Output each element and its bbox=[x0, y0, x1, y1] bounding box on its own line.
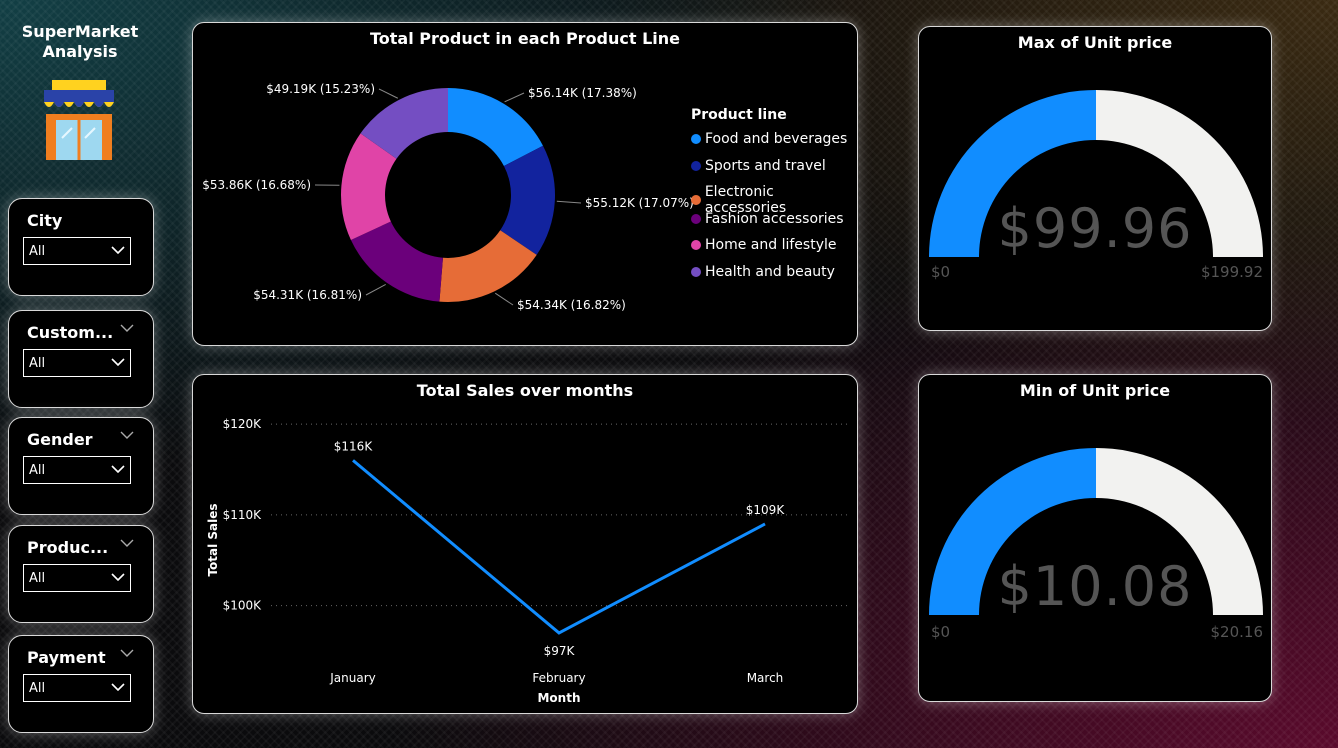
y-tick-label: $110K bbox=[223, 508, 263, 522]
data-label: $97K bbox=[544, 644, 576, 658]
slicer-title: Custom... bbox=[27, 323, 114, 342]
slicer-title: Payment bbox=[27, 648, 106, 667]
donut-data-label: $54.31K (16.81%) bbox=[253, 288, 362, 302]
x-axis-label: Month bbox=[537, 691, 580, 705]
legend-dot-icon bbox=[691, 195, 701, 205]
gauge-min-arc bbox=[929, 448, 1263, 615]
gauge-min-panel[interactable]: Min of Unit price $10.08 $0 $20.16 bbox=[918, 374, 1272, 702]
slicer-customer: Custom... All bbox=[8, 310, 154, 408]
donut-data-label: $53.86K (16.68%) bbox=[202, 178, 311, 192]
line-chart-panel[interactable]: Total Sales over months $100K $110K $120K $… bbox=[192, 374, 858, 714]
legend-item[interactable]: Health and beauty bbox=[691, 264, 835, 280]
leader-line bbox=[556, 200, 582, 204]
donut-data-label: $49.19K (15.23%) bbox=[266, 82, 375, 96]
line-chart: $100K $110K $120K $116K January $97K February $… bbox=[206, 417, 849, 705]
leader-line bbox=[504, 92, 525, 103]
legend-label: Health and beauty bbox=[705, 263, 835, 280]
chevron-down-icon bbox=[111, 573, 125, 581]
chevron-down-icon[interactable] bbox=[119, 648, 135, 658]
legend-item[interactable]: Fashion accessories bbox=[691, 211, 844, 227]
gauge-max-value: $99.96 bbox=[997, 197, 1193, 260]
legend-dot-icon bbox=[691, 240, 701, 250]
dropdown-value: All bbox=[29, 463, 46, 478]
legend-item[interactable]: Food and beverages bbox=[691, 131, 847, 147]
donut-data-label: $56.14K (17.38%) bbox=[528, 86, 637, 100]
city-dropdown[interactable]: All bbox=[23, 237, 131, 265]
slicer-title: Gender bbox=[27, 430, 93, 449]
donut-data-label: $54.34K (16.82%) bbox=[517, 298, 626, 312]
y-tick-label: $100K bbox=[223, 599, 263, 613]
slicer-payment: Payment All bbox=[8, 635, 154, 733]
app-title-line1: SuperMarket bbox=[21, 22, 139, 41]
store-icon bbox=[44, 80, 114, 160]
chevron-down-icon bbox=[111, 465, 125, 473]
legend-dot-icon bbox=[691, 266, 701, 277]
chevron-down-icon[interactable] bbox=[119, 430, 135, 440]
sales-line[interactable] bbox=[352, 459, 766, 635]
gauge-min-value: $10.08 bbox=[997, 555, 1193, 618]
app-title: SuperMarket Analysis bbox=[14, 22, 146, 62]
dropdown-value: All bbox=[29, 681, 46, 696]
x-tick-label: January bbox=[329, 671, 376, 685]
slicer-gender: Gender All bbox=[8, 417, 154, 515]
leader-line bbox=[494, 292, 514, 306]
gauge-max-arc bbox=[929, 90, 1263, 257]
gauge-min-max-label: $20.16 bbox=[1210, 623, 1264, 641]
legend-label: Food and beverages bbox=[705, 131, 848, 147]
donut-chart-panel[interactable]: Total Product in each Product Line $56.1… bbox=[192, 22, 858, 346]
dropdown-value: All bbox=[29, 244, 46, 259]
data-label: $109K bbox=[746, 503, 786, 517]
slicer-title: City bbox=[27, 211, 63, 230]
legend-item[interactable]: Sports and travel bbox=[691, 158, 826, 174]
leader-line bbox=[365, 283, 386, 296]
dropdown-value: All bbox=[29, 571, 46, 586]
chevron-down-icon[interactable] bbox=[119, 538, 135, 548]
customer-dropdown[interactable]: All bbox=[23, 349, 131, 377]
gender-dropdown[interactable]: All bbox=[23, 456, 131, 484]
slicer-product: Produc... All bbox=[8, 525, 154, 623]
x-tick-label: March bbox=[747, 671, 784, 685]
leader-line bbox=[378, 88, 399, 99]
legend-item[interactable]: Home and lifestyle bbox=[691, 237, 836, 253]
x-tick-label: February bbox=[532, 671, 585, 685]
y-axis-label: Total Sales bbox=[206, 503, 220, 576]
donut-data-label: $55.12K (17.07%) bbox=[585, 196, 694, 210]
slicer-title: Produc... bbox=[27, 538, 109, 557]
payment-dropdown[interactable]: All bbox=[23, 674, 131, 702]
gauge-min-min-label: $0 bbox=[931, 623, 951, 641]
app-title-line2: Analysis bbox=[42, 42, 118, 61]
gauge-max-max-label: $199.92 bbox=[1200, 263, 1263, 281]
legend-label: Home and lifestyle bbox=[705, 237, 837, 253]
dropdown-value: All bbox=[29, 356, 46, 371]
slicer-city: City All bbox=[8, 198, 154, 296]
legend-dot-icon bbox=[691, 134, 701, 144]
legend-dot-icon bbox=[691, 213, 701, 224]
chevron-down-icon bbox=[111, 246, 125, 254]
chevron-down-icon[interactable] bbox=[119, 323, 135, 333]
chevron-down-icon bbox=[111, 358, 125, 366]
y-tick-label: $120K bbox=[223, 417, 263, 431]
gauge-max-panel[interactable]: Max of Unit price $99.96 $0 $199.92 bbox=[918, 26, 1272, 331]
legend-dot-icon bbox=[691, 160, 701, 171]
product-dropdown[interactable]: All bbox=[23, 564, 131, 592]
legend-label: Sports and travel bbox=[705, 157, 826, 174]
data-label: $116K bbox=[334, 439, 374, 453]
gauge-max-min-label: $0 bbox=[931, 263, 951, 281]
legend-title: Product line bbox=[691, 107, 787, 123]
legend-label: Fashion accessories bbox=[705, 210, 844, 227]
chevron-down-icon bbox=[111, 683, 125, 691]
